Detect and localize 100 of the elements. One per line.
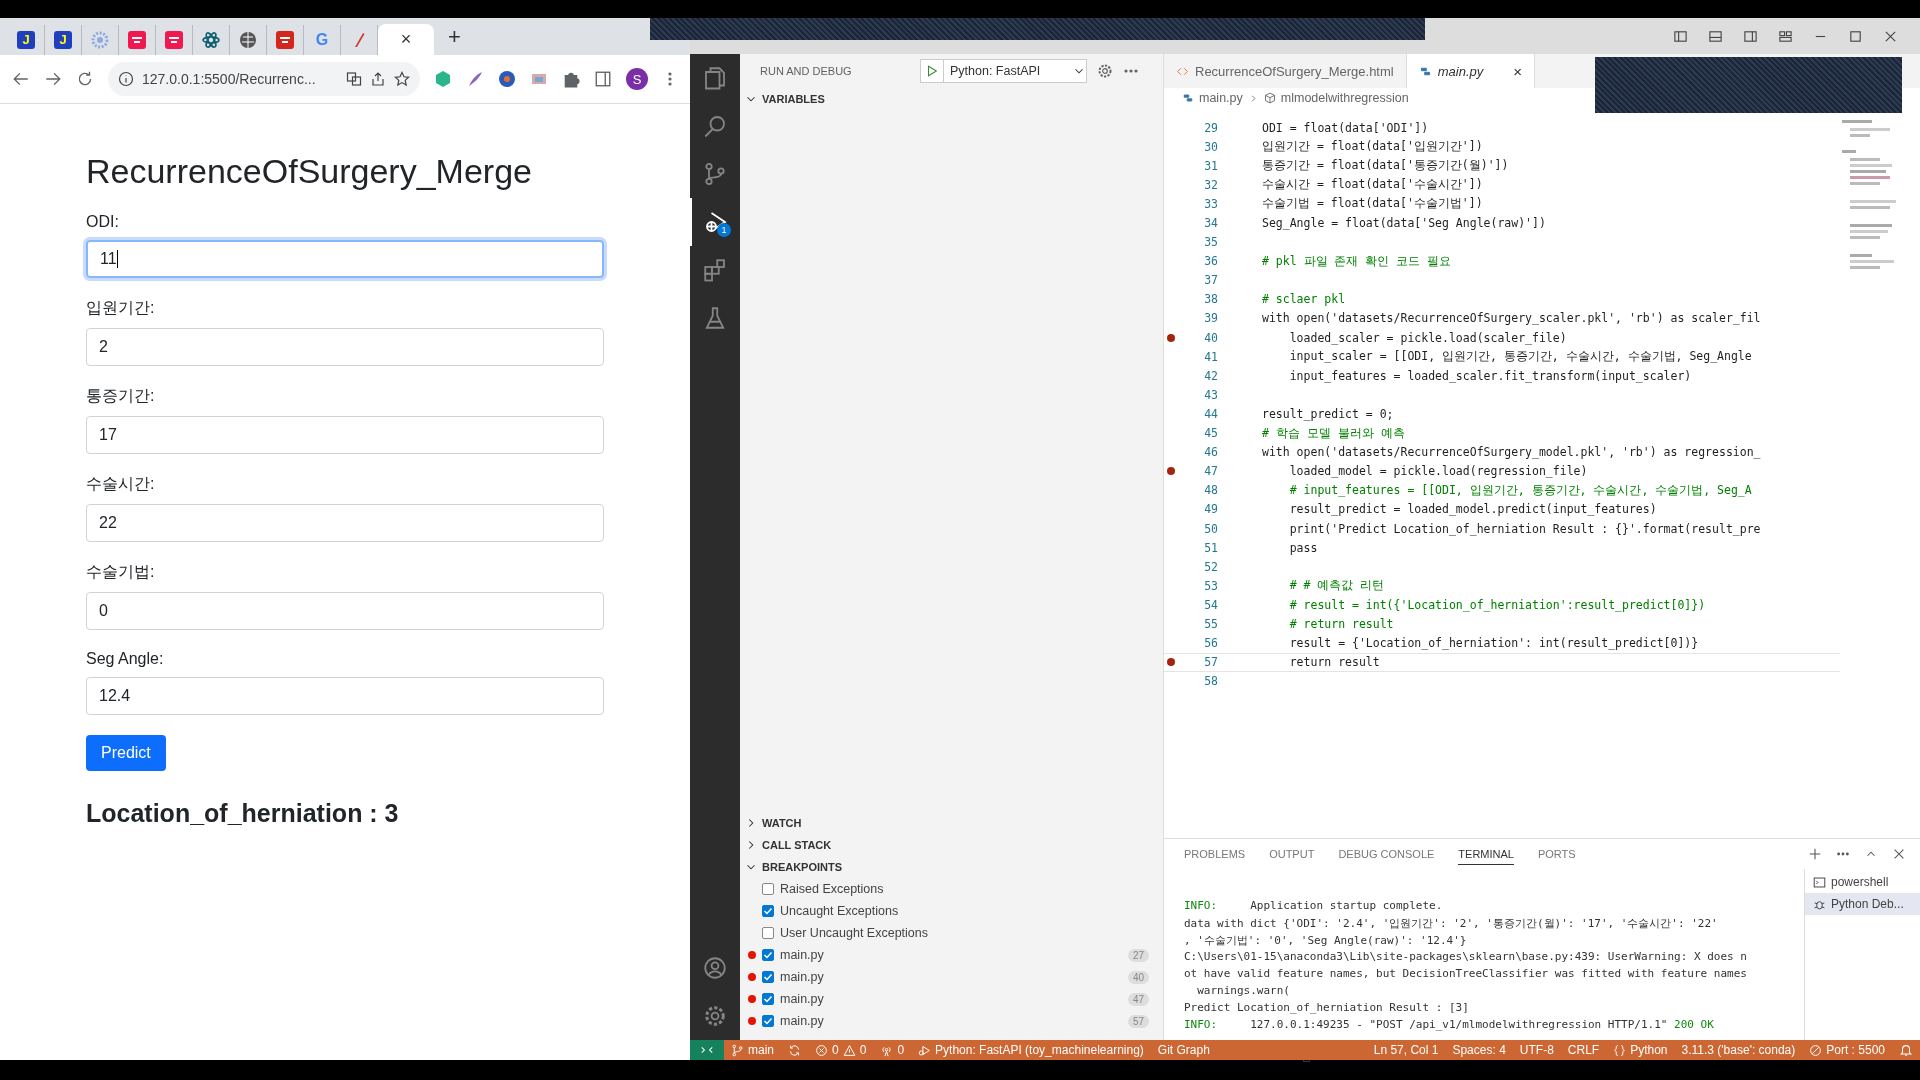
breakpoint-dot[interactable]: [1167, 333, 1175, 342]
checkbox[interactable]: [762, 927, 774, 939]
extension-icon[interactable]: [498, 70, 516, 88]
section-header[interactable]: WATCH: [740, 812, 1163, 834]
add-icon[interactable]: [1808, 847, 1822, 861]
status-item[interactable]: UTF-8: [1512, 1040, 1561, 1060]
settings-icon[interactable]: [1097, 63, 1113, 79]
input-field[interactable]: 0: [86, 592, 604, 630]
log-level: INFO:: [1184, 1018, 1218, 1031]
checkbox[interactable]: [762, 905, 774, 917]
address-bar[interactable]: 127.0.0.1:5500/Recurrenc...: [108, 62, 420, 96]
browser-tab[interactable]: J: [8, 24, 45, 55]
breakpoint-item[interactable]: Uncaught Exceptions: [740, 900, 1163, 922]
status-item[interactable]: CRLF: [1560, 1040, 1607, 1060]
line-number: 51: [1203, 540, 1218, 555]
field-label: 수술시간:: [86, 474, 156, 494]
side-panel-icon[interactable]: [594, 70, 612, 88]
checkbox[interactable]: [762, 993, 774, 1005]
breakpoint-item[interactable]: main.py 47: [740, 988, 1163, 1010]
input-field[interactable]: 11: [86, 240, 604, 278]
layout-icon[interactable]: [1673, 28, 1688, 44]
breadcrumb-item[interactable]: main.py: [1199, 91, 1243, 105]
terminal-line: C:\Users\01-15\anaconda3\Lib\site-packages\sklearn\base.py:439: UserWarning: X does n: [1184, 950, 1747, 963]
checkbox[interactable]: [762, 883, 774, 895]
browser-tab[interactable]: J: [45, 24, 82, 55]
line-number: 34: [1203, 216, 1218, 230]
editor-tab[interactable]: RecurrenceOfSurgery_Merge.html: [1164, 54, 1407, 88]
status-item[interactable]: Spaces: 4: [1445, 1040, 1513, 1060]
close-icon[interactable]: [1892, 847, 1906, 861]
status-item[interactable]: main: [724, 1040, 781, 1060]
field-label: Seg Angle:: [86, 650, 165, 668]
line-number: 32: [1203, 177, 1218, 192]
breakpoint-item[interactable]: Raised Exceptions: [740, 878, 1163, 900]
status-item[interactable]: 0: [873, 1040, 912, 1060]
panel-tab[interactable]: TERMINAL: [1458, 843, 1514, 865]
status-item[interactable]: Port : 5500: [1802, 1040, 1892, 1060]
forward-icon[interactable]: [44, 70, 62, 88]
back-icon[interactable]: [12, 70, 30, 88]
input-field[interactable]: 22: [86, 504, 604, 542]
puzzle-icon[interactable]: [562, 70, 580, 88]
count-badge: 1: [717, 223, 731, 237]
checkbox[interactable]: [762, 949, 774, 961]
breakpoint-item[interactable]: main.py 40: [740, 966, 1163, 988]
breakpoint-dot[interactable]: [1167, 658, 1175, 667]
panel-tab[interactable]: OUTPUT: [1269, 843, 1315, 865]
section-header[interactable]: BREAKPOINTS: [740, 856, 1163, 878]
translate-icon[interactable]: [346, 71, 362, 87]
predict-button[interactable]: Predict: [86, 735, 166, 771]
code-line: 수술시간 = float(data['수술시간']): [1262, 177, 1483, 193]
terminal-item[interactable]: Python Deb...: [1805, 893, 1920, 915]
layout-icon[interactable]: [1778, 28, 1793, 44]
braces-icon: [1613, 1043, 1627, 1057]
line-number: 29: [1203, 120, 1218, 135]
extensions-icon: [703, 258, 727, 282]
input-field[interactable]: 17: [86, 416, 604, 454]
browser-tab[interactable]: ×: [378, 24, 434, 55]
status-item[interactable]: Ln 57, Col 1: [1366, 1040, 1446, 1060]
terminal-item[interactable]: powershell: [1805, 871, 1920, 893]
launch-config-dropdown[interactable]: Python: FastAPI: [920, 59, 1087, 83]
profile-avatar[interactable]: S: [626, 68, 648, 90]
code-line: with open('datasets/RecurrenceOfSurgery_scaler.pkl', 'rb') as scaler_fil: [1262, 311, 1761, 326]
input-field[interactable]: 12.4: [86, 677, 604, 715]
checkbox[interactable]: [762, 1015, 774, 1027]
breadcrumb-item[interactable]: mlmodelwithregression: [1280, 91, 1409, 105]
remote-indicator[interactable]: [690, 1040, 724, 1060]
status-item[interactable]: Python: [1606, 1040, 1675, 1060]
breakpoint-dot[interactable]: [1167, 467, 1175, 476]
checkbox[interactable]: [762, 971, 774, 983]
panel-tab[interactable]: PROBLEMS: [1184, 843, 1246, 865]
status-item[interactable]: 3.11.3 ('base': conda): [1674, 1040, 1803, 1060]
no-entry-icon: [1809, 1043, 1823, 1057]
line-number: 46: [1203, 445, 1218, 460]
code-line: # sclaer pkl: [1262, 292, 1346, 307]
code-line: result = {'Location_of_herniation': int(result_predict[0])}: [1288, 636, 1699, 651]
section-header[interactable]: CALL STACK: [740, 834, 1163, 856]
error-icon: [815, 1043, 828, 1057]
breakpoint-item[interactable]: User Uncaught Exceptions: [740, 922, 1163, 944]
panel-tab[interactable]: DEBUG CONSOLE: [1338, 843, 1435, 865]
terminal-line: , '수술기법': '0', 'Seg Angle(raw)': '12.4'}: [1184, 934, 1467, 947]
field-label: 입원기간:: [86, 298, 156, 318]
section-header[interactable]: VARIABLES: [740, 88, 1163, 110]
status-item[interactable]: Git Graph: [1150, 1040, 1217, 1060]
share-icon[interactable]: [370, 71, 386, 87]
feather-icon[interactable]: [466, 70, 484, 88]
layout-icon[interactable]: [1708, 28, 1723, 44]
layout-icon[interactable]: [1743, 28, 1758, 44]
input-field[interactable]: 2: [86, 328, 604, 366]
new-tab-button[interactable]: +: [448, 23, 461, 50]
breakpoint-item[interactable]: main.py 27: [740, 944, 1163, 966]
panel-tab[interactable]: PORTS: [1537, 843, 1576, 865]
status-item[interactable]: Python: FastAPI (toy_machinelearning): [911, 1040, 1151, 1060]
line-number-badge: 40: [1127, 970, 1149, 984]
editor-tab[interactable]: main.py ×: [1406, 54, 1535, 88]
line-number: 57: [1203, 655, 1218, 670]
breakpoint-item[interactable]: main.py 57: [740, 1010, 1163, 1032]
reload-icon[interactable]: [76, 70, 94, 88]
maximize-icon[interactable]: [1848, 28, 1863, 44]
field-label: ODI:: [86, 213, 120, 231]
line-number: 52: [1203, 559, 1218, 574]
star-icon[interactable]: [394, 71, 410, 87]
